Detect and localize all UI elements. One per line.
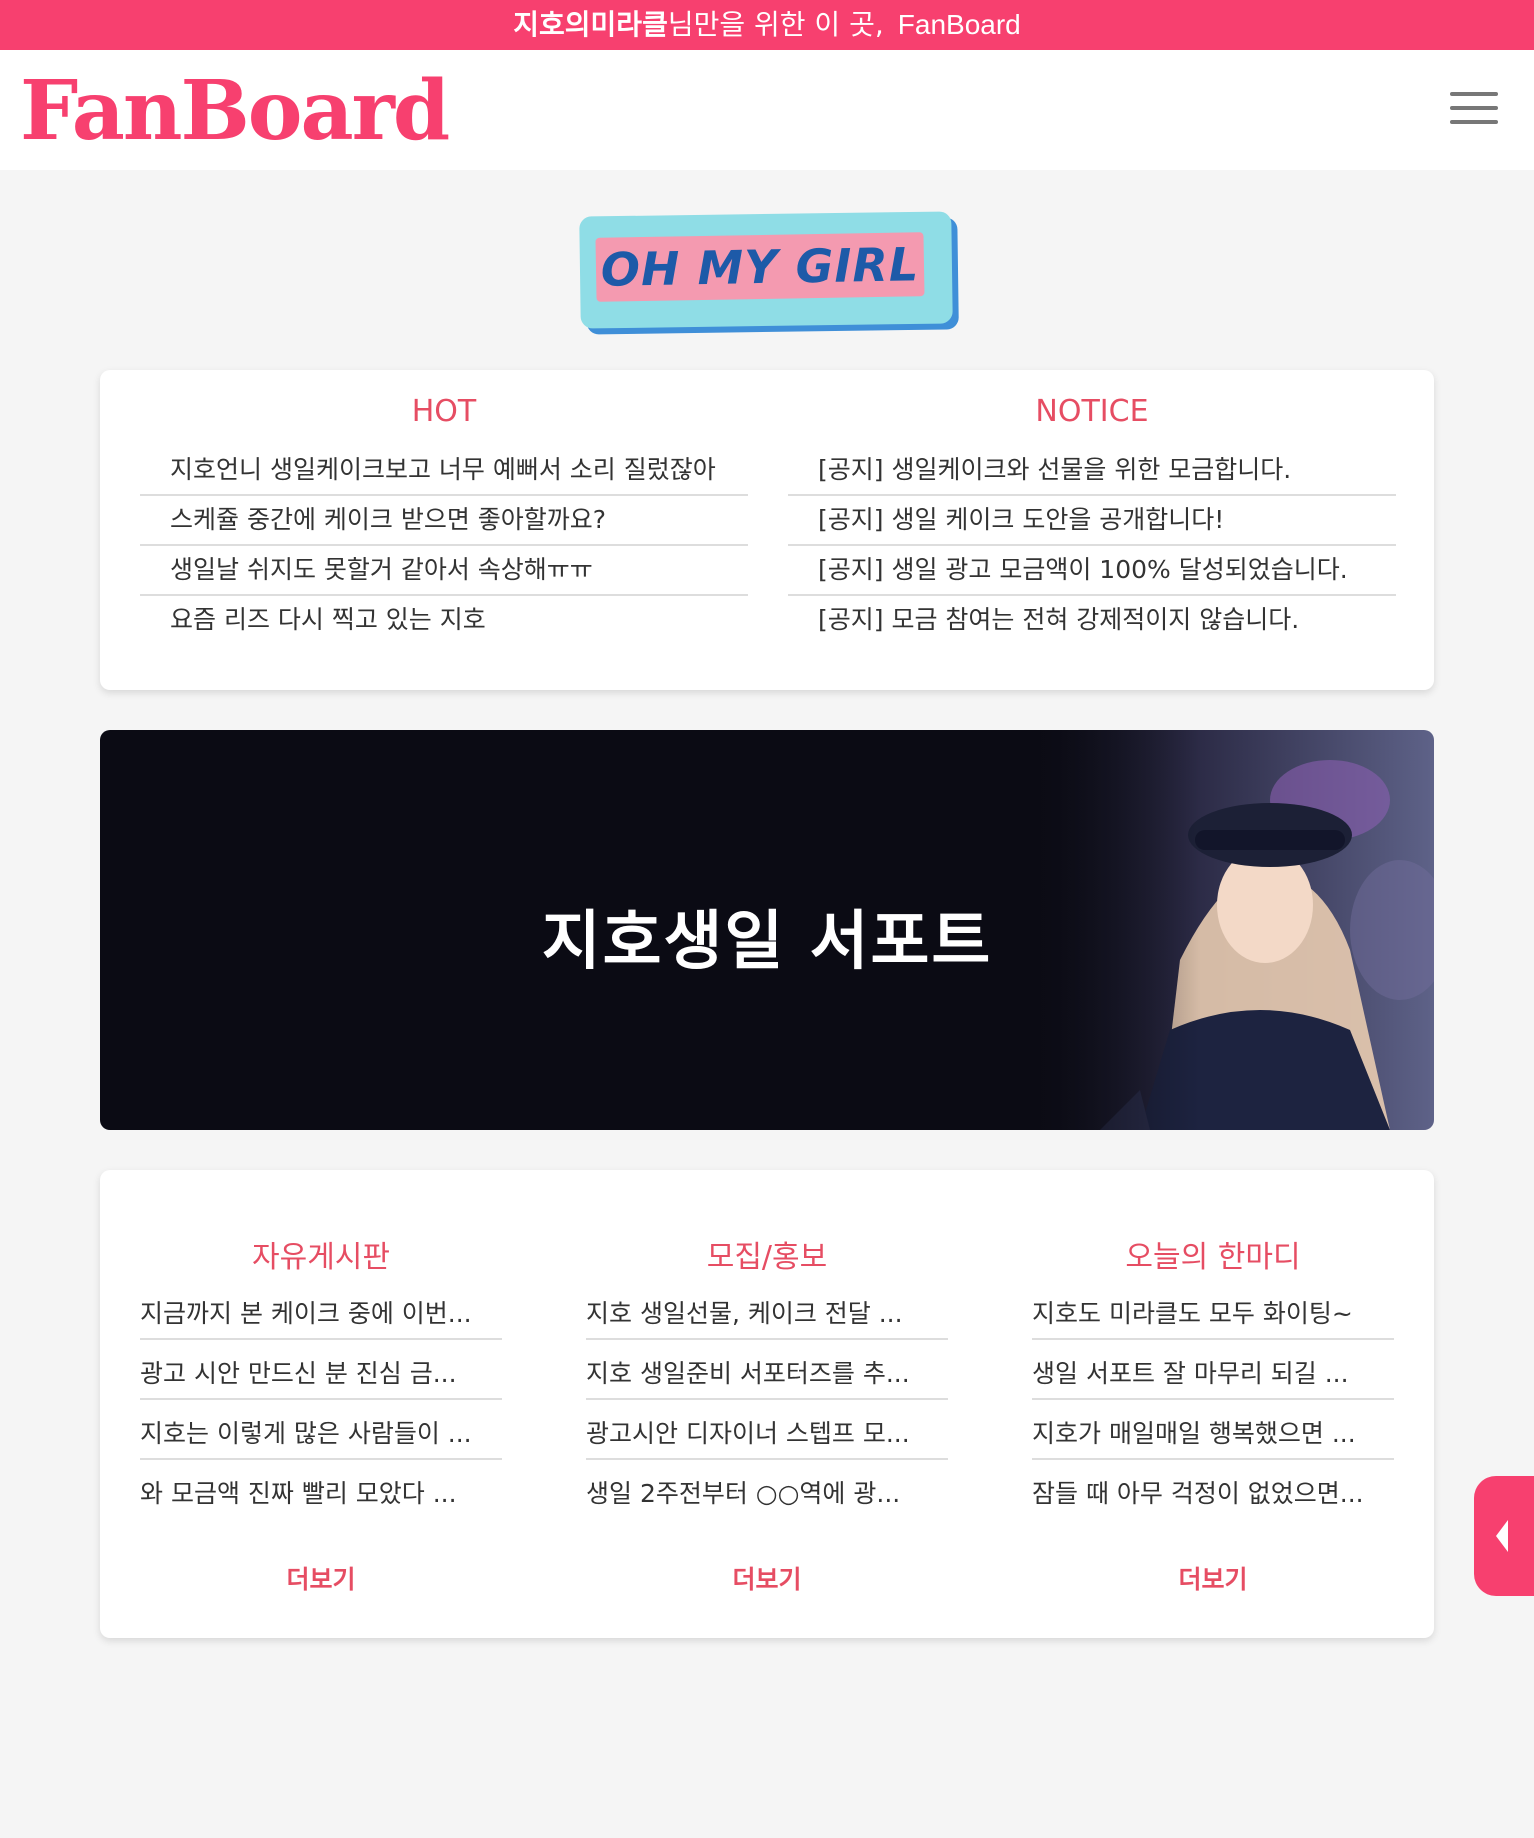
side-panel-toggle[interactable] <box>1474 1476 1534 1596</box>
hot-notice-card: HOT NOTICE 지호언니 생일케이크보고 너무 예뻐서 소리 질렀잖아 스… <box>100 370 1434 690</box>
hamburger-menu-icon[interactable] <box>1450 92 1498 128</box>
banner-title: 지호생일 서포트 <box>541 905 993 979</box>
site-logo[interactable]: FanBoard <box>20 66 450 156</box>
board-item[interactable]: 지금까지 본 케이크 중에 이번... <box>140 1290 502 1340</box>
more-link-today[interactable]: 더보기 <box>1032 1560 1394 1596</box>
top-announcement-bar: 지호의미라클님만을 위한 이 곳, FanBoard <box>0 0 1534 50</box>
hot-title: HOT <box>411 394 477 429</box>
hot-item[interactable]: 요즘 리즈 다시 찍고 있는 지호 <box>140 596 748 646</box>
notice-title: NOTICE <box>1035 394 1149 429</box>
board-item[interactable]: 지호는 이렇게 많은 사람들이 ... <box>140 1410 502 1460</box>
board-item[interactable]: 생일 서포트 잘 마무리 되길 ... <box>1032 1350 1394 1400</box>
board-title-today[interactable]: 오늘의 한마디 <box>1032 1232 1394 1276</box>
board-item[interactable]: 지호 생일선물, 케이크 전달 ... <box>586 1290 948 1340</box>
more-link-recruit[interactable]: 더보기 <box>586 1560 948 1596</box>
chevron-left-icon <box>1496 1520 1508 1552</box>
board-title-recruit[interactable]: 모집/홍보 <box>586 1232 948 1276</box>
notice-item[interactable]: [공지] 생일케이크와 선물을 위한 모금합니다. <box>788 446 1396 496</box>
notice-item[interactable]: [공지] 생일 광고 모금액이 100% 달성되었습니다. <box>788 546 1396 596</box>
announcement-brand: FanBoard <box>897 9 1021 40</box>
board-item[interactable]: 지호가 매일매일 행복했으면 ... <box>1032 1410 1394 1460</box>
board-item[interactable]: 지호도 미라클도 모두 화이팅~ <box>1032 1290 1394 1340</box>
notice-item[interactable]: [공지] 생일 케이크 도안을 공개합니다! <box>788 496 1396 546</box>
hot-item[interactable]: 스케쥴 중간에 케이크 받으면 좋아할까요? <box>140 496 748 546</box>
fandom-name: 지호의미라클 <box>513 8 668 41</box>
boards-card: 자유게시판 지금까지 본 케이크 중에 이번... 광고 시안 만드신 분 진심… <box>100 1170 1434 1638</box>
hot-item[interactable]: 지호언니 생일케이크보고 너무 예뻐서 소리 질렀잖아 <box>140 446 748 496</box>
site-header: FanBoard <box>0 50 1534 170</box>
group-logo: OH MY GIRL <box>579 210 954 330</box>
board-item[interactable]: 지호 생일준비 서포터즈를 추... <box>586 1350 948 1400</box>
board-item[interactable]: 와 모금액 진짜 빨리 모았다 ... <box>140 1470 502 1520</box>
birthday-support-banner[interactable]: 지호생일 서포트 <box>100 730 1434 1130</box>
board-item[interactable]: 광고시안 디자이너 스텝프 모... <box>586 1410 948 1460</box>
board-item[interactable]: 생일 2주전부터 ○○역에 광... <box>586 1470 948 1520</box>
notice-item[interactable]: [공지] 모금 참여는 전혀 강제적이지 않습니다. <box>788 596 1396 646</box>
board-item[interactable]: 잠들 때 아무 걱정이 없었으면... <box>1032 1470 1394 1520</box>
hot-item[interactable]: 생일날 쉬지도 못할거 같아서 속상해ㅠㅠ <box>140 546 748 596</box>
more-link-free[interactable]: 더보기 <box>140 1560 502 1596</box>
board-item[interactable]: 광고 시안 만드신 분 진심 금... <box>140 1350 502 1400</box>
announcement-text: 님만을 위한 이 곳, <box>667 8 884 41</box>
group-logo-text: OH MY GIRL <box>595 232 925 302</box>
board-title-free[interactable]: 자유게시판 <box>140 1232 502 1276</box>
